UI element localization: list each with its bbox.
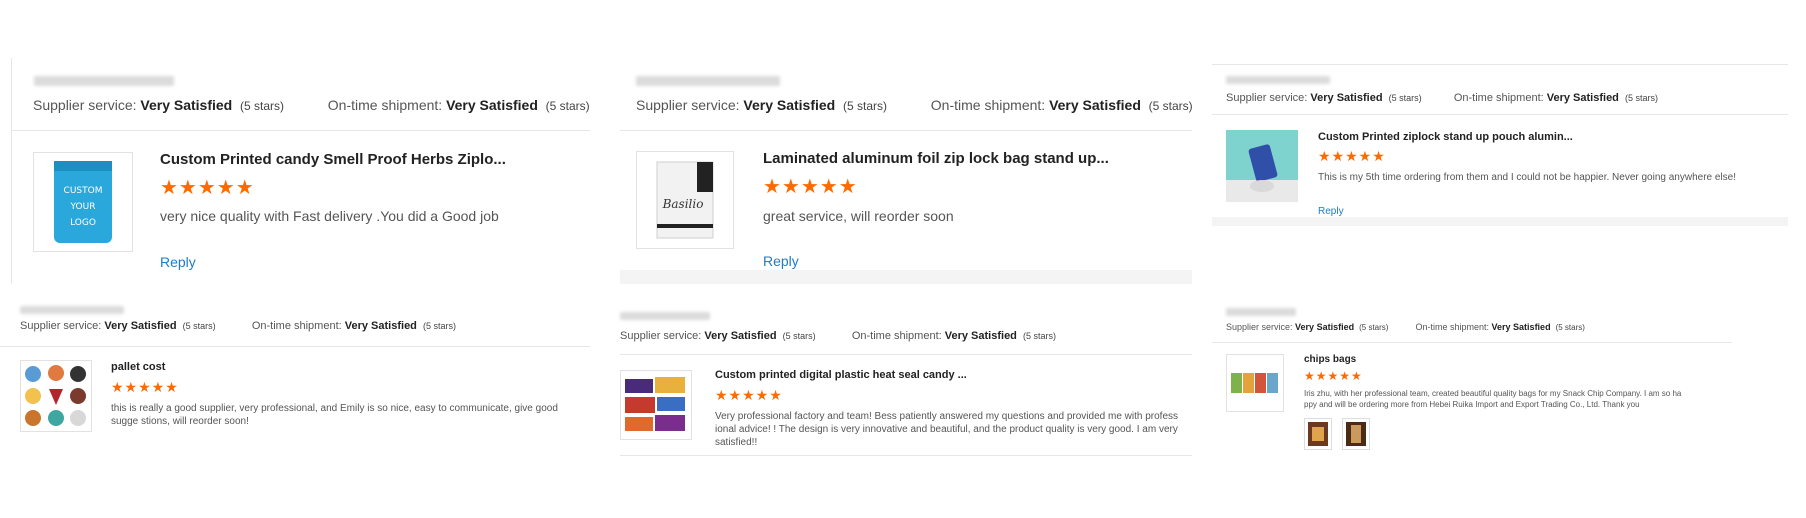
product-title[interactable]: Custom Printed ziplock stand up pouch al… [1318, 131, 1573, 143]
review-text: This is my 5th time ordering from them a… [1318, 172, 1736, 183]
divider [620, 354, 1192, 355]
review-text: very nice quality with Fast delivery .Yo… [160, 208, 499, 224]
product-thumbnail[interactable] [20, 360, 92, 432]
star-rating: ★★★★★ [111, 379, 179, 395]
review-ratings: Supplier service: Very Satisfied (5 star… [33, 97, 590, 113]
star-rating: ★★★★★ [160, 177, 255, 199]
card-border-left [11, 58, 12, 284]
divider [0, 346, 590, 347]
chips-bags-image [1231, 373, 1278, 393]
svg-text:LOGO: LOGO [70, 218, 96, 228]
product-title[interactable]: chips bags [1304, 354, 1356, 365]
review-photo[interactable] [1304, 418, 1332, 450]
product-title[interactable]: Laminated aluminum foil zip lock bag sta… [763, 150, 1109, 167]
card-footer [1212, 217, 1788, 226]
photo-image [1308, 422, 1328, 446]
product-title[interactable]: Custom printed digital plastic heat seal… [715, 369, 967, 381]
bag-image [1226, 144, 1298, 202]
svg-text:Basilio: Basilio [662, 197, 704, 211]
review-ratings: Supplier service: Very Satisfied (5 star… [1226, 92, 1659, 104]
divider [1212, 64, 1788, 65]
review-card: Supplier service: Very Satisfied (5 star… [1212, 304, 1772, 454]
star-rating: ★★★★★ [1304, 369, 1363, 383]
review-ratings: Supplier service: Very Satisfied (5 star… [636, 97, 1193, 113]
review-text: this is really a good supplier, very pro… [111, 403, 558, 427]
divider [1212, 114, 1788, 115]
review-text: great service, will reorder soon [763, 208, 954, 224]
reviewer-name-blurred [620, 312, 710, 320]
reviewer-name-blurred [20, 306, 124, 314]
divider [620, 455, 1192, 456]
product-thumbnail[interactable] [1226, 130, 1298, 202]
reply-link[interactable]: Reply [1318, 206, 1344, 217]
reply-link[interactable]: Reply [763, 253, 799, 269]
stickers-image [25, 365, 86, 426]
review-card: Supplier service: Very Satisfied (5 star… [620, 58, 1193, 284]
svg-text:YOUR: YOUR [70, 202, 96, 212]
star-rating: ★★★★★ [1318, 148, 1386, 164]
product-title[interactable]: pallet cost [111, 361, 165, 373]
review-card: Supplier service: Very Satisfied (5 star… [1212, 64, 1788, 226]
review-text: Very professional factory and team! Bess… [715, 411, 1179, 448]
review-photo[interactable] [1342, 418, 1370, 450]
star-rating: ★★★★★ [715, 387, 783, 403]
candy-bags-image [625, 377, 685, 431]
svg-text:CUSTOM: CUSTOM [64, 186, 103, 196]
review-card: Supplier service: Very Satisfied (5 star… [0, 58, 590, 284]
bag-image: Basilio [656, 161, 714, 239]
product-thumbnail[interactable] [620, 370, 692, 440]
review-card: Supplier service: Very Satisfied (5 star… [620, 308, 1192, 458]
review-card: Supplier service: Very Satisfied (5 star… [0, 302, 590, 436]
reviewer-name-blurred [1226, 308, 1296, 316]
product-title[interactable]: Custom Printed candy Smell Proof Herbs Z… [160, 151, 506, 168]
star-rating: ★★★★★ [763, 176, 858, 198]
review-ratings: Supplier service: Very Satisfied (5 star… [620, 330, 1057, 342]
bag-image: CUSTOM YOUR LOGO [54, 161, 112, 243]
reviewer-name-blurred [34, 76, 174, 86]
review-text: Iris zhu, with her professional team, cr… [1304, 389, 1682, 409]
reviewer-name-blurred [636, 76, 780, 86]
review-ratings: Supplier service: Very Satisfied (5 star… [20, 320, 457, 332]
divider [620, 130, 1192, 131]
reply-link[interactable]: Reply [160, 254, 196, 270]
product-thumbnail[interactable]: Basilio [636, 151, 734, 249]
photo-image [1346, 422, 1366, 446]
product-thumbnail[interactable]: CUSTOM YOUR LOGO [33, 152, 133, 252]
divider [11, 130, 590, 131]
review-ratings: Supplier service: Very Satisfied (5 star… [1226, 322, 1585, 332]
reviewer-name-blurred [1226, 76, 1330, 84]
divider [1212, 342, 1732, 343]
product-thumbnail[interactable] [1226, 354, 1284, 412]
card-footer [620, 270, 1192, 284]
